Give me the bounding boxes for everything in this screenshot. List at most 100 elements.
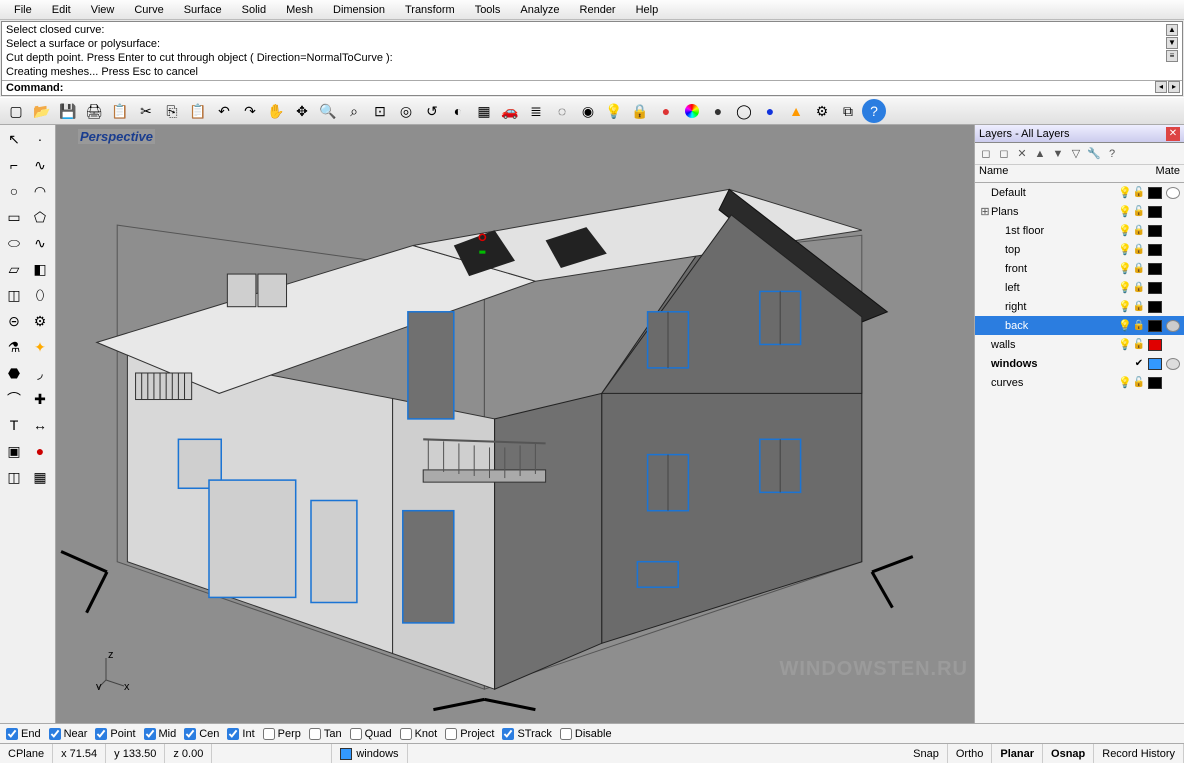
close-icon[interactable]: ✕ [1166,127,1180,141]
lock-icon[interactable]: 🔒 [1132,282,1146,293]
viewport-label[interactable]: Perspective [78,129,155,144]
layer-row-back[interactable]: back💡🔒 [975,316,1184,335]
tool-gear2-icon[interactable]: ⚙ [28,309,52,333]
tool-puzzle-icon[interactable]: ⚗ [2,335,26,359]
menu-surface[interactable]: Surface [174,2,232,18]
layer-name[interactable]: back [991,320,1118,332]
layer-row-curves[interactable]: curves💡🔓 [975,373,1184,392]
lightbulb-icon[interactable]: 💡 [1118,300,1132,313]
lightbulb-icon[interactable]: 💡 [1118,262,1132,275]
layer-row-plans[interactable]: ⊞Plans💡🔓 [975,202,1184,221]
tool-net-icon[interactable]: ✚ [28,387,52,411]
delete-layer-icon[interactable]: ✕ [1015,147,1029,161]
layer-row-front[interactable]: front💡🔒 [975,259,1184,278]
lock-icon[interactable]: 🔒 [1132,301,1146,312]
tool-cube-icon[interactable]: ◫ [2,465,26,489]
osnap-strack-checkbox[interactable] [502,728,514,740]
layer-name[interactable]: Default [991,187,1118,199]
osnap-point-checkbox[interactable] [95,728,107,740]
tool-srf-icon[interactable]: ▱ [2,257,26,281]
status-layer[interactable]: windows [332,744,407,763]
lightbulb-icon[interactable]: 💡 [1118,243,1132,256]
menu-tools[interactable]: Tools [465,2,511,18]
filter-icon[interactable]: ▽ [1069,147,1083,161]
tool-arrow-icon[interactable]: ↖ [2,127,26,151]
help-icon[interactable]: ? [862,99,886,123]
tool-point-icon[interactable]: · [28,127,52,151]
lock-icon[interactable]: 🔓 [1132,206,1146,217]
tool-record-icon[interactable]: ● [28,439,52,463]
layer-color-swatch[interactable] [1148,206,1162,218]
expand-icon[interactable]: ⊞ [979,205,991,218]
menu-analyze[interactable]: Analyze [510,2,569,18]
tool-mesh-icon[interactable]: ▦ [28,465,52,489]
menu-dimension[interactable]: Dimension [323,2,395,18]
layers-toolbar[interactable]: ◻ ◻ ✕ ▲ ▼ ▽ 🔧 ? [975,143,1184,165]
lightbulb-icon[interactable]: 💡 [1118,205,1132,218]
osnap-int-checkbox[interactable] [227,728,239,740]
osnap-mid[interactable]: Mid [144,728,177,740]
lock-icon[interactable]: 🔓 [1132,339,1146,350]
osnap-project[interactable]: Project [445,728,494,740]
col-name[interactable]: Name [979,165,1156,182]
menu-edit[interactable]: Edit [42,2,81,18]
menu-file[interactable]: File [4,2,42,18]
osnap-tan[interactable]: Tan [309,728,342,740]
tool-arc-icon[interactable]: ◠ [28,179,52,203]
pan-icon[interactable]: ✋ [264,99,288,123]
layer-row-left[interactable]: left💡🔒 [975,278,1184,297]
tool-blend-icon[interactable]: ⌒ [2,387,26,411]
save-icon[interactable]: 💾 [56,99,80,123]
tool-srf2-icon[interactable]: ◧ [28,257,52,281]
lock-icon[interactable]: ✔ [1132,358,1146,369]
render-wire-icon[interactable]: ◯ [732,99,756,123]
lightbulb-icon[interactable]: 💡 [1118,376,1132,389]
layer-color-swatch[interactable] [1148,282,1162,294]
layer-color-swatch[interactable] [1148,225,1162,237]
light-icon[interactable]: 💡 [602,99,626,123]
menu-transform[interactable]: Transform [395,2,465,18]
osnap-tan-checkbox[interactable] [309,728,321,740]
layer-row-windows[interactable]: windows✔ [975,354,1184,373]
layer-color-swatch[interactable] [1148,301,1162,313]
osnap-cen-checkbox[interactable] [184,728,196,740]
status-osnap[interactable]: Osnap [1043,744,1094,763]
layer-color-swatch[interactable] [1148,187,1162,199]
open-icon[interactable]: 📂 [30,99,54,123]
layer-name[interactable]: curves [991,377,1118,389]
new-layer-icon[interactable]: ◻ [979,147,993,161]
command-line[interactable]: Command: [2,81,1182,95]
osnap-point[interactable]: Point [95,728,135,740]
layers-panel-header[interactable]: Layers - All Layers ✕ [975,125,1184,143]
zoom-in-icon[interactable]: 🔍 [316,99,340,123]
zoom-sel-icon[interactable]: ◎ [394,99,418,123]
car-icon[interactable]: 🚗 [498,99,522,123]
menu-mesh[interactable]: Mesh [276,2,323,18]
layer-color-swatch[interactable] [1148,358,1162,370]
layer-color-swatch[interactable] [1148,263,1162,275]
osnap-near[interactable]: Near [49,728,88,740]
tool-ellipse-icon[interactable]: ⬭ [2,231,26,255]
osnap-quad[interactable]: Quad [350,728,392,740]
layer-color-swatch[interactable] [1148,320,1162,332]
zoom-window-icon[interactable]: ⌕ [342,99,366,123]
layer-color-swatch[interactable] [1148,377,1162,389]
osnap-end-checkbox[interactable] [6,728,18,740]
lock-icon[interactable]: 🔓 [1132,187,1146,198]
layer-row-walls[interactable]: walls💡🔓 [975,335,1184,354]
lightbulb-icon[interactable]: 💡 [1118,319,1132,332]
status-ortho[interactable]: Ortho [948,744,993,763]
layer-row-1st-floor[interactable]: 1st floor💡🔒 [975,221,1184,240]
help-icon[interactable]: ? [1105,147,1119,161]
layer-color-swatch[interactable] [1148,339,1162,351]
lightbulb-icon[interactable]: 💡 [1118,338,1132,351]
hide-icon[interactable]: ◌ [550,99,574,123]
layer-row-right[interactable]: right💡🔒 [975,297,1184,316]
render-dark-icon[interactable]: ● [706,99,730,123]
paste-icon[interactable]: 📋 [186,99,210,123]
layer-name[interactable]: walls [991,339,1118,351]
new-sublayer-icon[interactable]: ◻ [997,147,1011,161]
osnap-strack[interactable]: STrack [502,728,551,740]
undo-icon[interactable]: ↶ [212,99,236,123]
lightbulb-icon[interactable]: 💡 [1118,186,1132,199]
